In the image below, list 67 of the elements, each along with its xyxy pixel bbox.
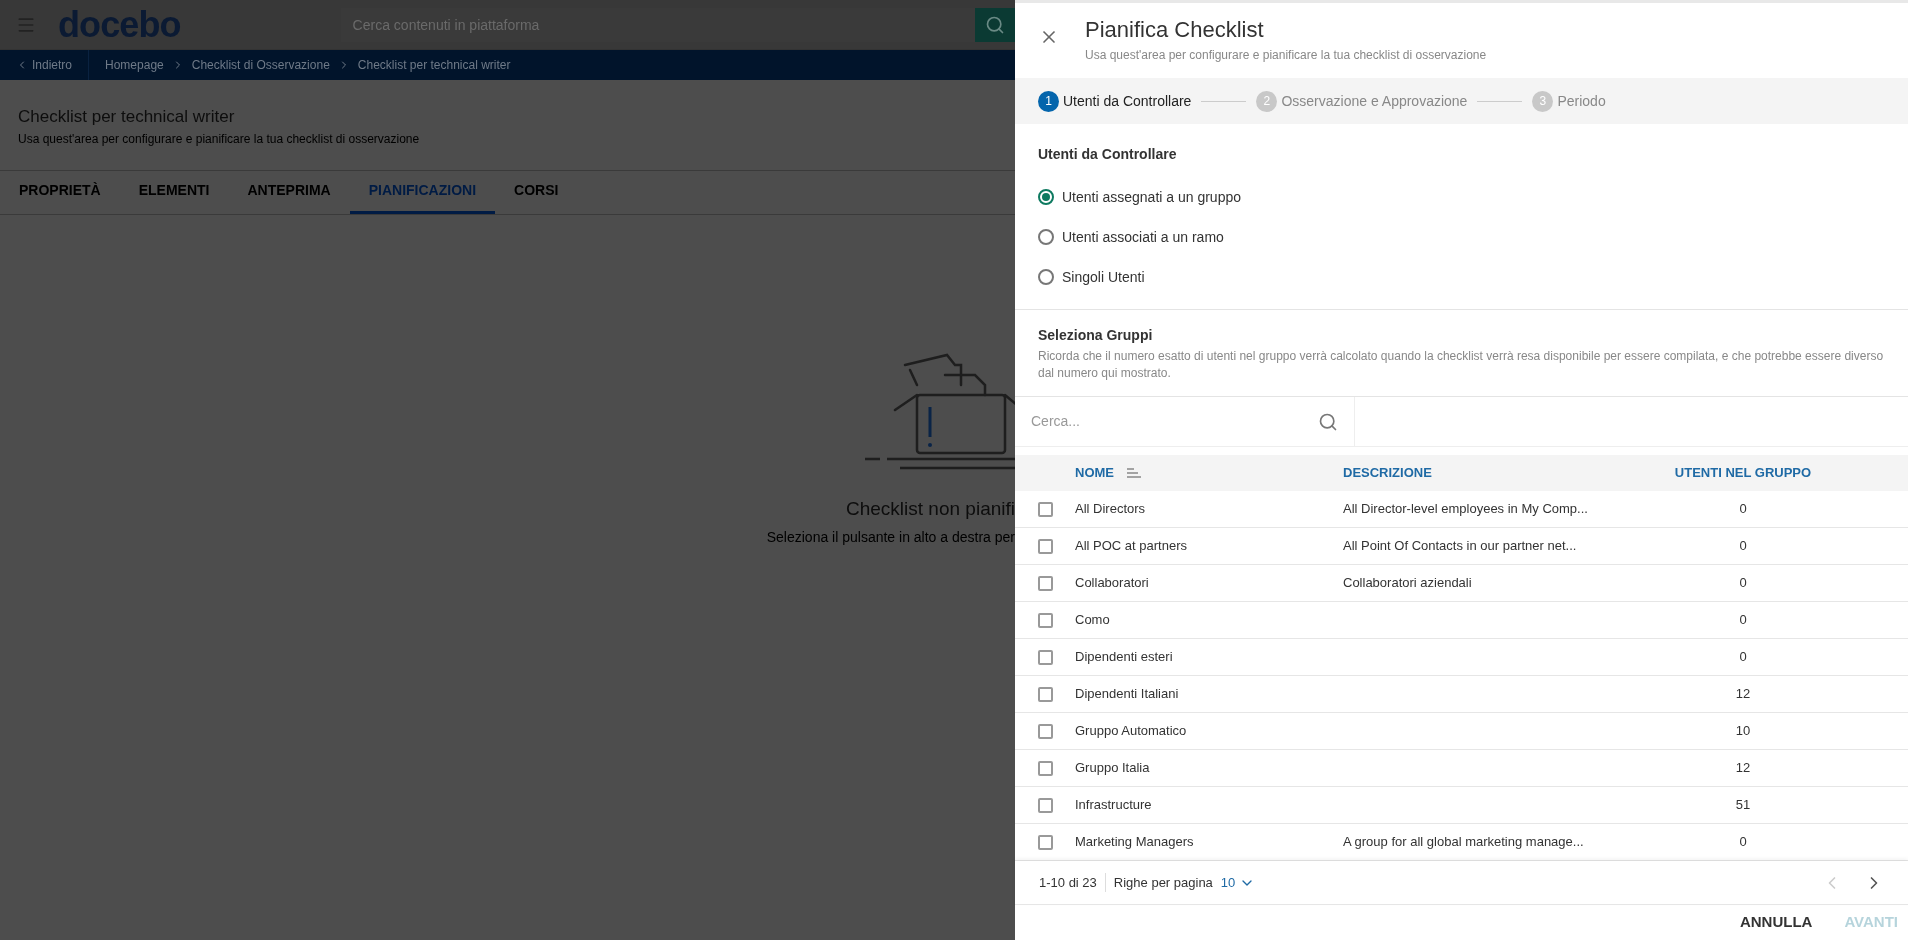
empty-state-text: Seleziona il pulsante in alto a destra per	[766, 528, 1015, 547]
table-cell: Collaboratori aziendali	[1343, 575, 1472, 591]
table-cell-text: 0	[1738, 611, 1748, 630]
checkbox[interactable]	[1037, 649, 1053, 665]
tab[interactable]: PROPRIETÀ	[0, 170, 120, 214]
checkbox[interactable]	[1037, 760, 1053, 776]
column-header[interactable]: UTENTI NEL GRUPPO	[1643, 463, 1843, 483]
table-cell-text: 0	[1738, 574, 1748, 593]
table-cell-text: Dipendenti esteri	[1075, 648, 1174, 667]
rows-per-page-label: Righe per pagina	[1113, 873, 1213, 892]
table-cell-text: Gruppo Automatico	[1075, 722, 1188, 741]
table-cell-text: Gruppo Italia	[1075, 759, 1151, 778]
section-title: Utenti da Controllare	[1038, 145, 1178, 164]
radio-option[interactable]: Utenti associati a un ramo	[1038, 217, 1885, 257]
section-note: Ricorda che il numero esatto di utenti nel gruppo verrà calcolato quando la checklist verrà resa disponibile per essere compilata, e che potrebbe essere diverso dal numero qui mostrato.	[1038, 348, 1885, 382]
checkbox[interactable]	[1037, 797, 1053, 813]
table-cell: All Director-level employees in My Comp...	[1343, 501, 1588, 517]
tab[interactable]: ANTEPRIMA	[228, 170, 350, 214]
table-cell-text: Infrastructure	[1075, 796, 1153, 815]
tab[interactable]: ELEMENTI	[119, 170, 229, 214]
search-button[interactable]	[975, 7, 1015, 42]
breadcrumb-link[interactable]: Homepage	[105, 56, 164, 74]
table-cell: A group for all global marketing manage...	[1343, 834, 1584, 850]
page-title: Checklist per technical writer	[18, 106, 236, 128]
table-cell-text: Collaboratori	[1075, 574, 1150, 593]
section-title: Seleziona Gruppi	[1038, 326, 1154, 345]
search-icon	[985, 14, 1005, 35]
page-subtitle: Usa quest'area per configurare e pianificare la tua checklist di osservazione	[18, 130, 421, 148]
table-cell-text: 0	[1738, 500, 1748, 519]
search-icon	[1318, 411, 1338, 432]
table-cell-text: 51	[1734, 796, 1752, 815]
panel-title: Pianifica Checklist	[1085, 16, 1265, 44]
empty-state-title: Checklist non pianifi	[846, 496, 1015, 521]
back-link[interactable]: Indietro	[0, 50, 90, 80]
table-cell-text: 12	[1734, 759, 1752, 778]
checkbox[interactable]	[1037, 723, 1053, 739]
checkbox[interactable]	[1037, 612, 1053, 628]
radio-option[interactable]: Utenti assegnati a un gruppo	[1038, 177, 1885, 217]
column-header[interactable]: DESCRIZIONE	[1343, 463, 1643, 483]
breadcrumb-link[interactable]: Checklist per technical writer	[357, 56, 511, 74]
checkbox[interactable]	[1037, 501, 1053, 517]
checkbox[interactable]	[1037, 575, 1053, 591]
table-cell-text: 12	[1734, 685, 1752, 704]
breadcrumb-link[interactable]: Checklist di Osservazione	[191, 56, 330, 74]
table-cell-text: 0	[1738, 833, 1748, 852]
step: 1 Utenti da Controllare	[1038, 90, 1192, 112]
checkbox[interactable]	[1037, 686, 1053, 702]
table-cell-text: 0	[1738, 537, 1748, 556]
table-cell-text: All Directors	[1075, 500, 1147, 519]
table-cell-text: Dipendenti Italiani	[1075, 685, 1180, 704]
tab[interactable]: CORSI	[495, 170, 578, 214]
checkbox[interactable]	[1037, 834, 1053, 850]
table-cell: All Point Of Contacts in our partner net...	[1343, 538, 1577, 554]
table-cell-text: Como	[1075, 611, 1111, 630]
column-header[interactable]: NOME	[1075, 463, 1114, 483]
action-button[interactable]: ANNULLA	[1739, 911, 1813, 934]
table-cell-text: All POC at partners	[1075, 537, 1188, 556]
table-cell-text: Marketing Managers	[1075, 833, 1195, 852]
table-cell-text: 10	[1734, 722, 1752, 741]
table-cell-text: 0	[1738, 648, 1748, 667]
pagination-range: 1-10 di 23	[1039, 872, 1106, 893]
panel-subtitle: Usa quest'area per configurare e pianificare la tua checklist di osservazione	[1085, 47, 1487, 64]
rows-per-page-select[interactable]: 10	[1220, 872, 1256, 893]
checkbox[interactable]	[1037, 538, 1053, 554]
radio-option[interactable]: Singoli Utenti	[1038, 257, 1885, 297]
search-field[interactable]: Cerca...	[1015, 397, 1355, 446]
sort-icon[interactable]	[1126, 467, 1142, 479]
